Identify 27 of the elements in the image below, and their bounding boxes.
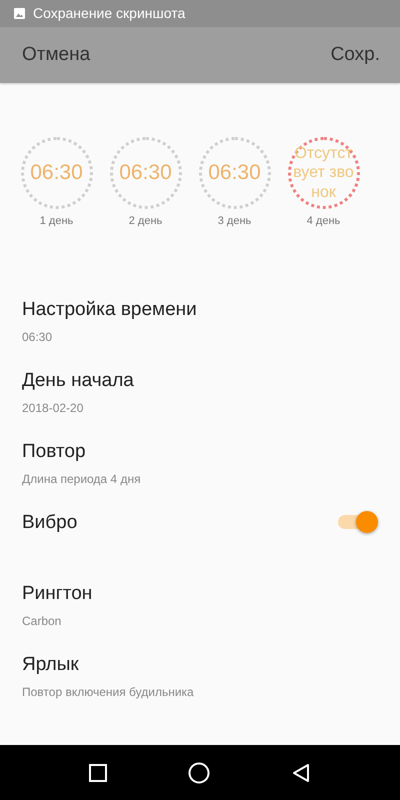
back-icon[interactable] (291, 762, 312, 782)
setting-value: Повтор включения будильника (22, 684, 194, 701)
no-alarm-ring[interactable]: Отсутствует звонок (288, 137, 360, 209)
day-label: 4 день (306, 214, 340, 229)
home-icon[interactable] (188, 762, 210, 784)
image-icon (14, 8, 25, 19)
setting-value: 2018-02-20 (22, 400, 84, 417)
recent-apps-icon[interactable] (88, 764, 107, 782)
day-label: 2 день (128, 214, 162, 229)
setting-title: Вибро (22, 510, 78, 534)
cancel-button[interactable]: Отмена (22, 36, 90, 74)
setting-title: Повтор (22, 440, 87, 464)
vibrate-switch[interactable] (338, 510, 378, 532)
setting-title: Настройка времени (22, 298, 197, 322)
setting-title: Ярлык (22, 652, 80, 676)
setting-title: День начала (22, 368, 134, 392)
notification-text: Сохранение скриншота (33, 4, 186, 23)
alarm-ring[interactable]: 06:30 (198, 137, 270, 209)
alarm-ring[interactable]: 06:30 (110, 137, 182, 209)
day-label: 1 день (40, 214, 74, 229)
day-label: 3 день (218, 214, 252, 229)
setting-title: Рингтон (22, 582, 92, 606)
save-button[interactable]: Сохр. (330, 36, 380, 74)
alarm-ring[interactable]: 06:30 (20, 137, 92, 209)
setting-value: 06:30 (22, 329, 54, 346)
setting-value: Carbon (22, 613, 62, 630)
setting-value: Длина периода 4 дня (22, 471, 141, 488)
